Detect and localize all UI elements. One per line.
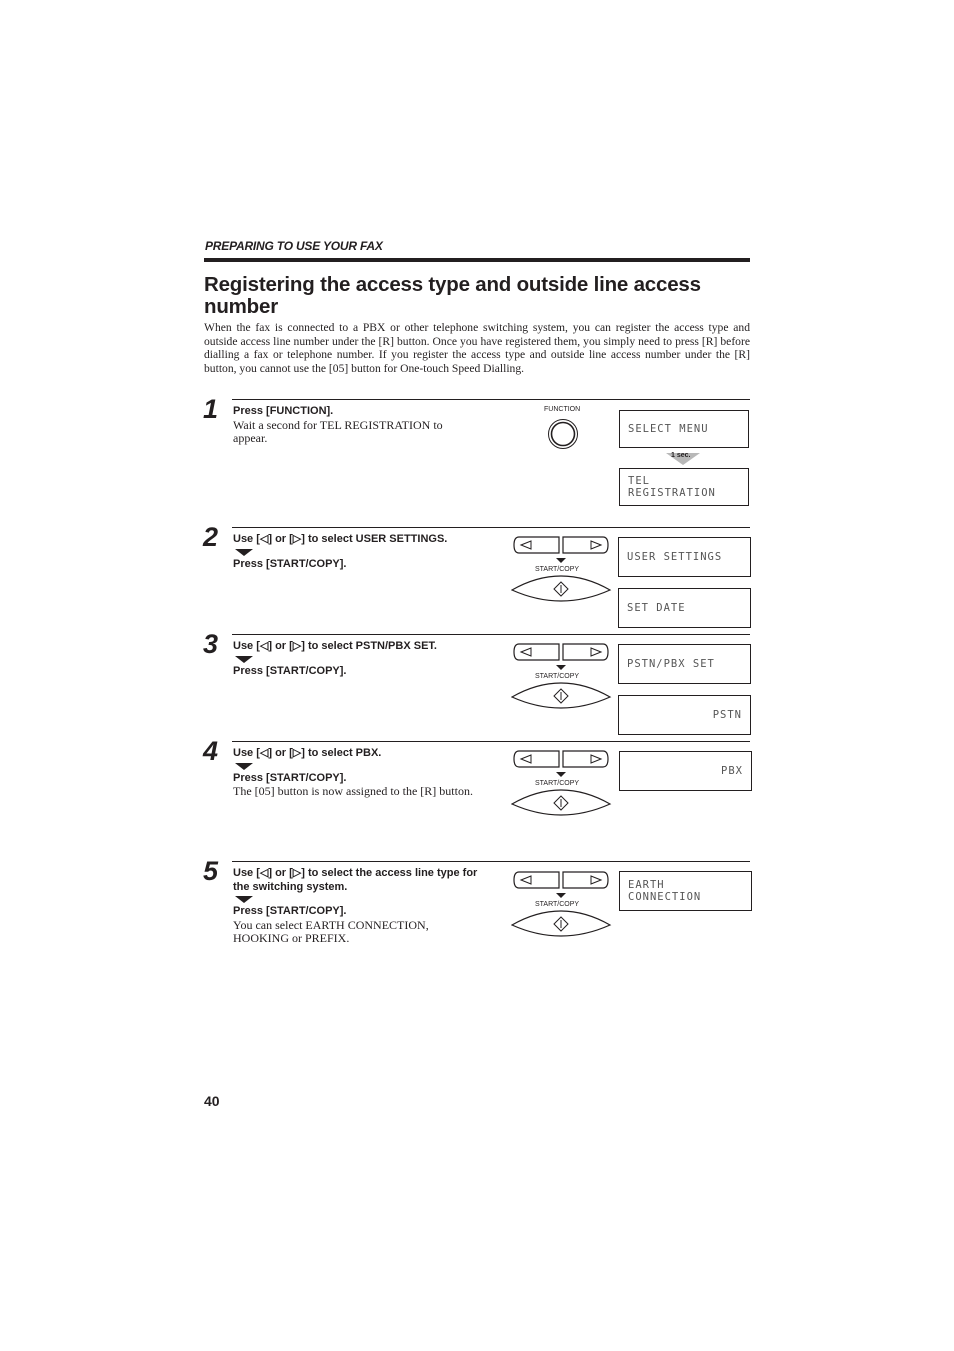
right-arrow-key-icon[interactable] <box>562 750 609 768</box>
start-copy-label: START/COPY <box>535 780 580 787</box>
right-arrow-key-icon[interactable] <box>562 643 609 661</box>
step-instructions: Use [◁] or [▷] to select PBX. Press [STA… <box>233 747 498 799</box>
step-instruction: Use [◁] or [▷] to select PSTN/PBX SET. <box>233 640 437 652</box>
page-number: 40 <box>204 1093 220 1109</box>
lcd-display: USER SETTINGS <box>618 537 751 577</box>
lcd-display: EARTH CONNECTION <box>619 871 752 911</box>
step-number: 3 <box>203 629 219 659</box>
step-instructions: Use [◁] or [▷] to select USER SETTINGS. … <box>233 533 498 571</box>
step-divider <box>232 634 750 635</box>
page-title: Registering the access type and outside … <box>204 273 701 318</box>
down-triangle-arrow-icon <box>556 893 566 898</box>
right-arrow-key-icon[interactable] <box>562 871 609 889</box>
control-panel: START/COPY <box>511 643 613 723</box>
step-instruction: Press [FUNCTION]. <box>233 405 334 417</box>
down-triangle-arrow-icon <box>235 762 253 770</box>
function-button-icon[interactable] <box>547 418 579 450</box>
left-arrow-key-icon[interactable] <box>513 750 560 768</box>
step-note: The [05] button is now assigned to the [… <box>233 784 473 798</box>
step-action: Press [START/COPY]. <box>233 664 347 677</box>
step-instruction: Use [◁] or [▷] to select PBX. <box>233 747 382 759</box>
start-copy-button-icon[interactable] <box>511 910 612 937</box>
left-arrow-key-icon[interactable] <box>513 536 560 554</box>
function-label: FUNCTION <box>544 406 581 413</box>
step-instruction: Use [◁] or [▷] to select the access line… <box>233 867 478 893</box>
start-copy-button-icon[interactable] <box>511 575 612 602</box>
left-arrow-key-icon[interactable] <box>513 643 560 661</box>
step-instructions: Use [◁] or [▷] to select the access line… <box>233 867 493 946</box>
step-action: Press [START/COPY]. <box>233 905 347 917</box>
lcd-display: SELECT MENU <box>619 410 749 448</box>
down-triangle-arrow-icon <box>235 896 253 903</box>
section-header: PREPARING TO USE YOUR FAX <box>205 239 383 253</box>
lcd-display: TEL REGISTRATION <box>619 468 749 506</box>
start-copy-label: START/COPY <box>535 673 580 680</box>
left-arrow-key-icon[interactable] <box>513 871 560 889</box>
down-triangle-arrow-icon <box>556 665 566 670</box>
step-action: Press [START/COPY]. <box>233 557 347 570</box>
control-panel: START/COPY <box>511 871 613 951</box>
down-triangle-arrow-icon <box>235 655 253 663</box>
intro-paragraph: When the fax is connected to a PBX or ot… <box>204 321 750 375</box>
header-rule <box>204 258 750 262</box>
step-divider <box>232 399 750 400</box>
step-number: 4 <box>203 736 219 766</box>
delay-label: 1 sec. <box>671 452 691 459</box>
down-triangle-arrow-icon <box>235 548 253 556</box>
step-instructions: Use [◁] or [▷] to select PSTN/PBX SET. P… <box>233 640 498 678</box>
down-triangle-arrow-icon <box>556 558 566 563</box>
start-copy-label: START/COPY <box>535 566 580 573</box>
start-copy-button-icon[interactable] <box>511 789 612 816</box>
step-number: 2 <box>203 522 219 552</box>
start-copy-label: START/COPY <box>535 901 580 908</box>
step-note: Wait a second for TEL REGISTRATION to ap… <box>233 417 443 445</box>
step-instruction: Use [◁] or [▷] to select USER SETTINGS. <box>233 533 448 545</box>
control-panel: START/COPY <box>511 750 613 830</box>
lcd-display: SET DATE <box>618 588 751 628</box>
step-divider <box>232 527 750 528</box>
lcd-display: PSTN/PBX SET <box>618 644 751 684</box>
lcd-display: PSTN <box>618 695 751 735</box>
start-copy-button-icon[interactable] <box>511 682 612 709</box>
step-number: 5 <box>203 856 219 886</box>
step-action: Press [START/COPY]. <box>233 771 347 784</box>
lcd-display: PBX <box>619 751 752 791</box>
right-arrow-key-icon[interactable] <box>562 536 609 554</box>
down-triangle-arrow-icon <box>556 772 566 777</box>
step-number: 1 <box>203 394 219 424</box>
step-instructions: Press [FUNCTION]. Wait a second for TEL … <box>233 405 498 446</box>
control-panel: START/COPY <box>511 536 613 616</box>
step-divider <box>232 861 750 862</box>
step-note: You can select EARTH CONNECTION, HOOKING… <box>233 917 429 945</box>
step-divider <box>232 741 750 742</box>
